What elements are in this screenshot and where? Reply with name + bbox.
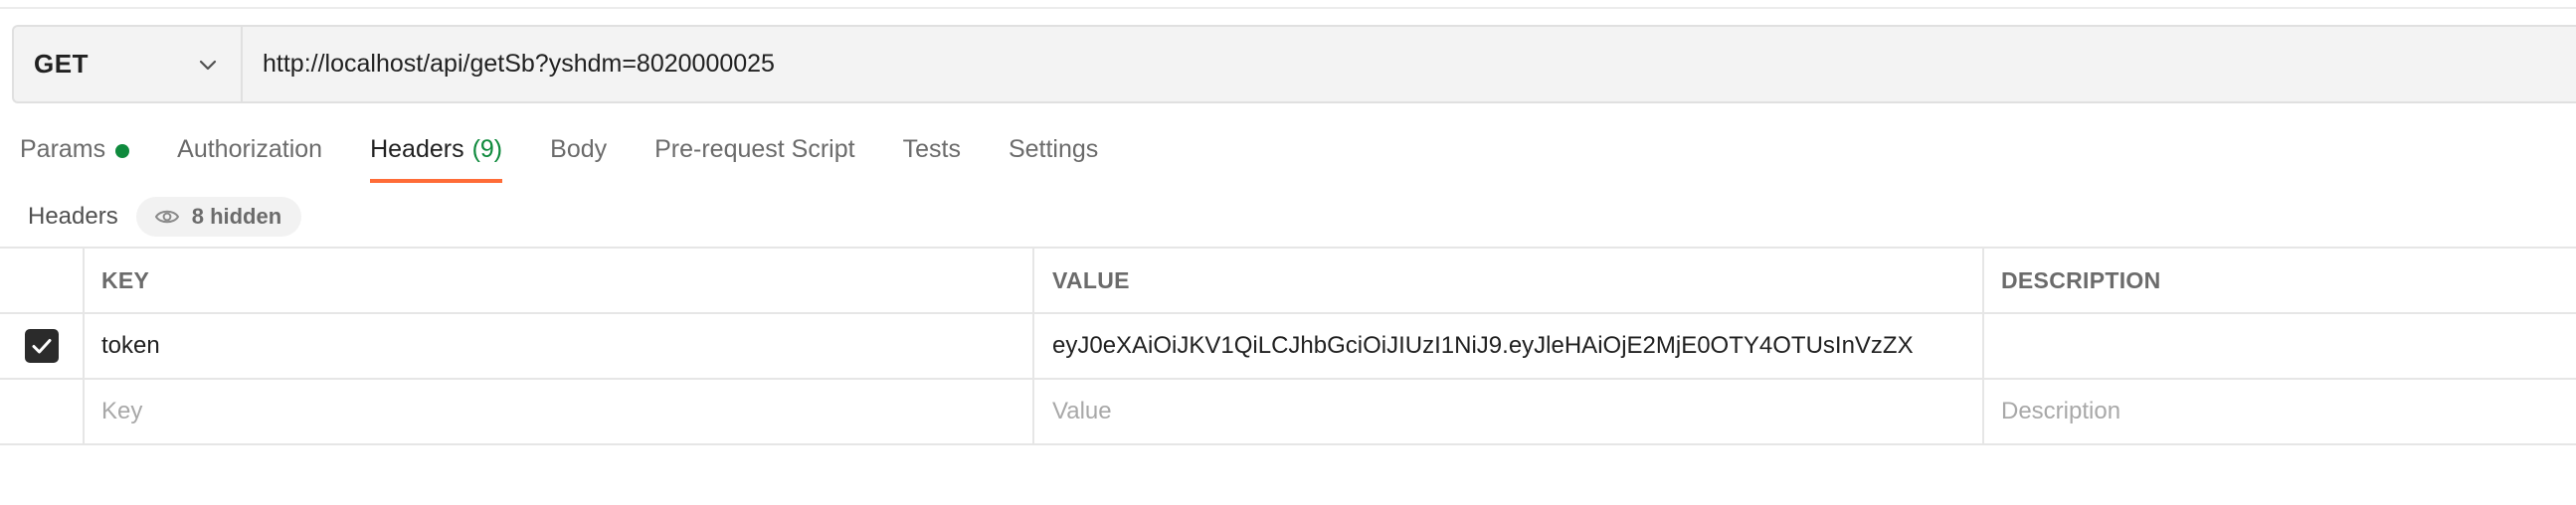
tab-headers[interactable]: Headers (9) xyxy=(370,125,503,185)
new-description-input[interactable] xyxy=(2001,398,2576,425)
tab-pre-request-script[interactable]: Pre-request Script xyxy=(654,125,854,185)
table-row-empty xyxy=(0,380,2576,445)
request-url-bar: GET xyxy=(12,25,2576,103)
tab-tests[interactable]: Tests xyxy=(903,125,961,185)
new-description-cell xyxy=(1984,380,2576,443)
column-header-key: KEY xyxy=(85,249,1034,312)
hidden-headers-toggle[interactable]: 8 hidden xyxy=(135,197,302,237)
tab-authorization[interactable]: Authorization xyxy=(177,125,322,185)
tab-headers-label: Headers xyxy=(370,135,464,163)
table-header-row: KEY VALUE DESCRIPTION xyxy=(0,249,2576,314)
header-check-cell xyxy=(0,249,85,312)
method-select[interactable]: GET xyxy=(14,27,243,101)
tab-headers-count: (9) xyxy=(471,135,503,163)
tab-params[interactable]: Params xyxy=(20,125,130,185)
empty-row-check-cell xyxy=(0,380,85,443)
row-enabled-checkbox[interactable] xyxy=(24,329,59,363)
new-value-input[interactable] xyxy=(1052,398,1982,425)
params-indicator-dot xyxy=(115,144,130,158)
column-header-value: VALUE xyxy=(1034,249,1984,312)
row-key-text: token xyxy=(101,332,160,359)
headers-toolbar: Headers 8 hidden xyxy=(28,195,302,239)
request-tabs: Params Authorization Headers (9) Body Pr… xyxy=(0,125,1146,185)
tab-settings-label: Settings xyxy=(1008,135,1099,163)
row-value-cell[interactable]: eyJ0eXAiOiJKV1QiLCJhbGciOiJIUzI1NiJ9.eyJ… xyxy=(1034,314,1984,378)
eye-icon xyxy=(154,210,179,224)
tab-settings[interactable]: Settings xyxy=(1009,125,1098,185)
tab-pre-request-script-label: Pre-request Script xyxy=(654,135,855,163)
hidden-headers-label: 8 hidden xyxy=(191,204,282,229)
row-description-cell[interactable] xyxy=(1984,314,2576,378)
tab-params-label: Params xyxy=(20,135,106,163)
method-label: GET xyxy=(34,49,89,79)
headers-table: KEY VALUE DESCRIPTION token eyJ0eXAiOiJK… xyxy=(0,247,2576,445)
tab-body-label: Body xyxy=(550,135,608,163)
new-value-cell xyxy=(1034,380,1984,443)
row-value-text: eyJ0eXAiOiJKV1QiLCJhbGciOiJIUzI1NiJ9.eyJ… xyxy=(1052,332,1914,359)
new-key-input[interactable] xyxy=(101,398,1032,425)
headers-section-title: Headers xyxy=(28,203,118,230)
row-check-cell xyxy=(0,314,85,378)
top-divider xyxy=(0,7,2576,9)
url-input[interactable] xyxy=(243,27,2576,101)
chevron-down-icon xyxy=(199,60,217,70)
row-key-cell[interactable]: token xyxy=(85,314,1034,378)
checkmark-icon xyxy=(32,339,51,354)
column-header-description: DESCRIPTION xyxy=(2001,266,2161,293)
new-key-cell xyxy=(85,380,1034,443)
tab-authorization-label: Authorization xyxy=(177,135,323,163)
tab-body[interactable]: Body xyxy=(550,125,607,185)
table-row: token eyJ0eXAiOiJKV1QiLCJhbGciOiJIUzI1Ni… xyxy=(0,314,2576,380)
tab-tests-label: Tests xyxy=(902,135,961,163)
